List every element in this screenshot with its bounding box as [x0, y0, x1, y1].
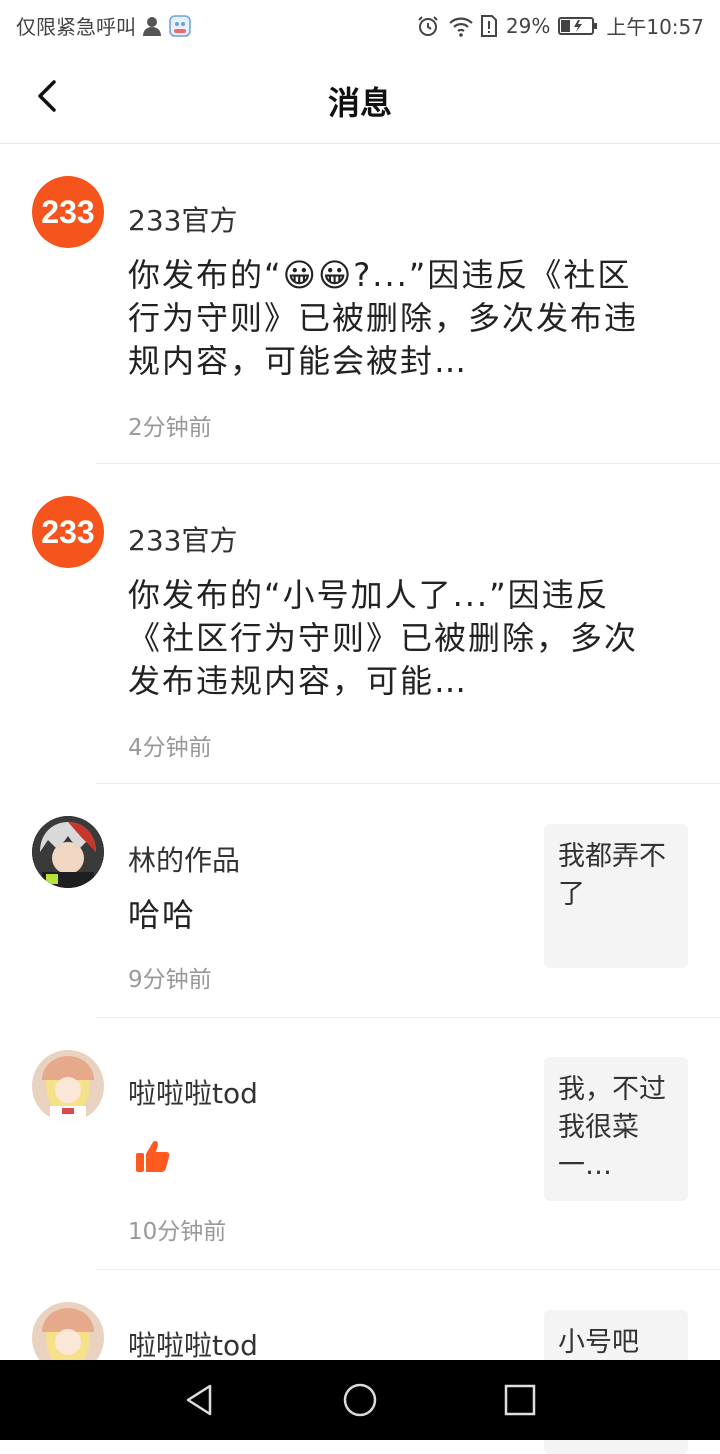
battery-percent: 29% — [505, 13, 551, 38]
page-title: 消息 — [327, 84, 392, 122]
status-right: 29% 上午10:57 — [416, 11, 704, 40]
sender-name[interactable]: 林的作品 — [128, 839, 240, 879]
logo-233-icon: 233 — [41, 194, 94, 230]
message-time: 2分钟前 — [128, 415, 212, 441]
message-time: 9分钟前 — [128, 967, 212, 993]
svg-text:233: 233 — [41, 514, 94, 550]
system-nav-bar — [0, 1360, 720, 1440]
message-content[interactable]: 你发布的“小号加人了...”因违反《社区行为守则》已被删除，多次发布违规内容，可… — [128, 574, 648, 703]
message-item[interactable]: 啦啦啦tod 10分钟前 我，不过我很菜一… — [0, 1018, 720, 1270]
sender-name[interactable]: 啦啦啦tod — [128, 1072, 258, 1112]
sender-name[interactable]: 233官方 — [128, 199, 237, 239]
svg-text:233: 233 — [41, 194, 94, 230]
message-content[interactable]: 哈哈 — [128, 894, 508, 937]
nav-home-button[interactable] — [340, 1380, 380, 1420]
nav-back-button[interactable] — [180, 1380, 220, 1420]
user-avatar[interactable] — [32, 1050, 104, 1122]
carrier-text: 仅限紧急呼叫 — [16, 15, 136, 39]
official-avatar[interactable]: 233 — [32, 176, 104, 248]
circle-home-icon — [343, 1383, 377, 1417]
message-content[interactable]: 你发布的“😀😀?...”因违反《社区行为守则》已被删除，多次发布违规内容，可能会… — [128, 254, 648, 383]
official-avatar[interactable]: 233 — [32, 496, 104, 568]
anime-avatar-icon — [32, 1050, 104, 1122]
user-avatar[interactable] — [32, 816, 104, 888]
message-time: 10分钟前 — [128, 1219, 227, 1245]
battery-icon — [558, 14, 598, 38]
sender-name[interactable]: 啦啦啦tod — [128, 1324, 258, 1364]
user-icon — [140, 14, 164, 38]
wifi-icon — [448, 14, 473, 38]
message-item[interactable]: 233 233官方 你发布的“😀😀?...”因违反《社区行为守则》已被删除，多次… — [0, 144, 720, 464]
anime-avatar-icon — [32, 816, 104, 888]
square-recents-icon — [504, 1384, 536, 1416]
triangle-back-icon — [186, 1384, 212, 1416]
app-notification-icon — [168, 14, 192, 38]
status-left: 仅限紧急呼叫 — [16, 11, 192, 40]
reply-preview[interactable]: 我，不过我很菜一… — [544, 1057, 688, 1201]
top-app-bar: 消息 — [0, 50, 720, 144]
message-list[interactable]: 233 233官方 你发布的“😀😀?...”因违反《社区行为守则》已被删除，多次… — [0, 144, 720, 1454]
clock-time: 上午10:57 — [606, 15, 704, 39]
sim-alert-icon — [480, 14, 498, 38]
reply-preview[interactable]: 我都弄不了 — [544, 824, 688, 968]
message-time: 4分钟前 — [128, 735, 212, 761]
message-item[interactable]: 林的作品 哈哈 9分钟前 我都弄不了 — [0, 784, 720, 1018]
message-item[interactable]: 233 233官方 你发布的“小号加人了...”因违反《社区行为守则》已被删除，… — [0, 464, 720, 784]
sender-name[interactable]: 233官方 — [128, 519, 237, 559]
alarm-icon — [416, 14, 440, 38]
nav-recents-button[interactable] — [500, 1380, 540, 1420]
logo-233-icon: 233 — [41, 514, 94, 550]
status-bar: 仅限紧急呼叫 29% 上午10:57 — [0, 0, 720, 50]
thumbs-up-icon — [134, 1138, 172, 1180]
